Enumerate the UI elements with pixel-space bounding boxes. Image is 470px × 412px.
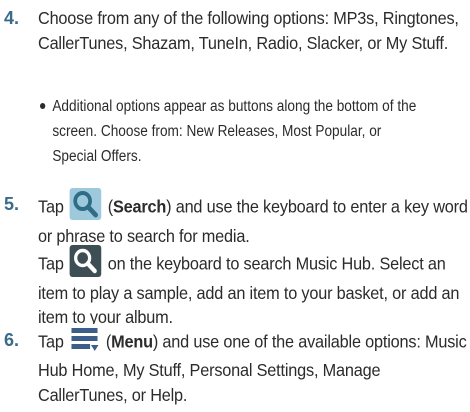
step-number: 5.: [4, 194, 20, 214]
step-text: Choose from any of the following options…: [38, 8, 459, 53]
bullet-text: Additional options appear as buttons alo…: [52, 98, 417, 165]
manual-page: 4. Choose from any of the following opti…: [0, 0, 470, 412]
step-text-part: and use one of the available options: Mu…: [38, 331, 467, 405]
step-text: Tap (Search) and use the keyboard to ent…: [38, 188, 470, 330]
search-label: Search: [112, 196, 167, 217]
menu-label: Menu: [111, 331, 153, 352]
menu-icon: [69, 324, 100, 354]
tap-label: Tap: [38, 196, 64, 217]
tap-label: Tap: [38, 331, 64, 352]
step-text-part: and use the keyboard to enter a key word…: [38, 196, 468, 246]
tap-label: Tap: [38, 253, 64, 274]
bullet-dot: [40, 103, 46, 109]
keyboard-search-icon: [69, 244, 102, 277]
step-number: 6.: [4, 330, 20, 350]
step-number: 4.: [4, 8, 20, 28]
bullet-item: Additional options appear as buttons alo…: [40, 94, 427, 169]
step-text: Tap (Menu) and use one of the available …: [38, 324, 470, 407]
search-icon: [69, 188, 102, 220]
